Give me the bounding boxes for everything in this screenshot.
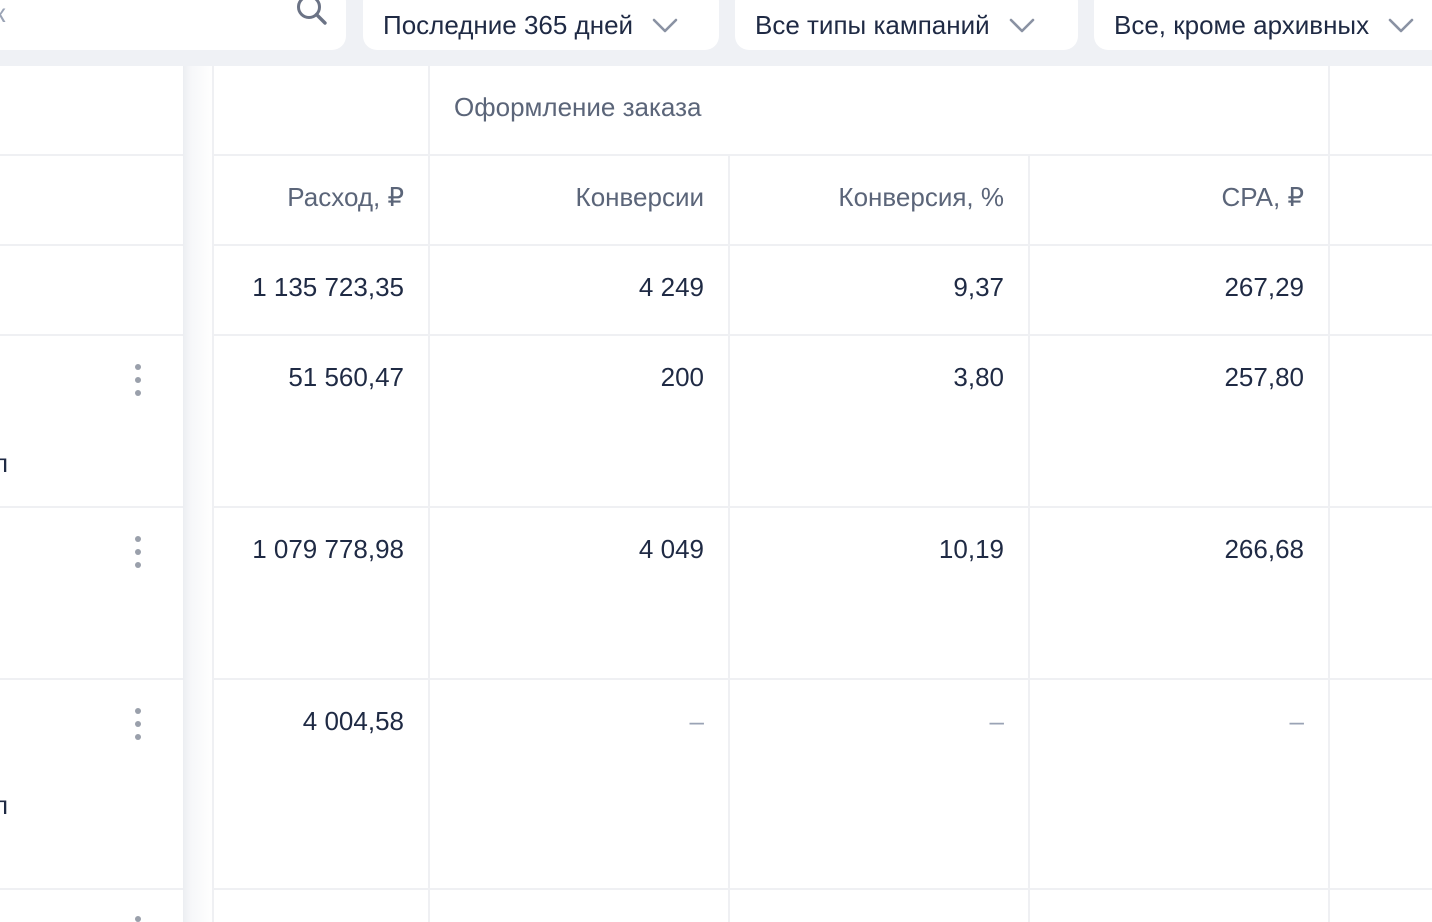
row-spend: 1 079 778,98	[252, 534, 404, 564]
row-divider	[213, 154, 1432, 156]
row-divider	[0, 334, 183, 336]
row-conversion-rate: 10,19	[938, 534, 1004, 564]
row-divider	[213, 506, 1432, 508]
column-header-conversion-rate[interactable]: Конверсия, %	[750, 182, 1004, 218]
status-dropdown[interactable]: Все, кроме архивных	[1094, 0, 1432, 50]
search-input[interactable]: к	[0, 0, 346, 50]
row-divider	[213, 244, 1432, 246]
row-actions-button[interactable]	[128, 532, 148, 572]
chevron-down-icon	[652, 18, 678, 33]
row-name-fragment: п	[0, 448, 9, 478]
status-dropdown-label: Все, кроме архивных	[1114, 9, 1370, 40]
total-cpa: 267,29	[1224, 272, 1304, 302]
row-spend: 51 560,47	[288, 362, 404, 392]
row-divider	[0, 154, 183, 156]
row-name-fragment: п	[0, 790, 9, 820]
column-header-cpa[interactable]: CPA, ₽	[1050, 182, 1304, 218]
filter-bar: к Последние 365 дней Все типы кампаний В…	[0, 0, 1432, 66]
row-conversions: 200	[660, 362, 704, 392]
column-header-spend[interactable]: Расход, ₽	[230, 182, 404, 218]
campaign-types-dropdown-label: Все типы кампаний	[755, 9, 990, 40]
campaign-stats-page: к Последние 365 дней Все типы кампаний В…	[0, 0, 1432, 922]
column-divider	[428, 66, 430, 922]
row-actions-button[interactable]	[128, 360, 148, 400]
column-divider	[212, 66, 214, 922]
goal-group-header: Оформление заказа	[454, 92, 702, 122]
row-cpa: 257,80	[1224, 362, 1304, 392]
chevron-down-icon	[1388, 18, 1414, 33]
period-dropdown[interactable]: Последние 365 дней	[363, 0, 719, 50]
row-actions-button[interactable]	[128, 912, 148, 922]
row-conversion-rate: –	[989, 706, 1004, 736]
column-header-conversions[interactable]: Конверсии	[450, 182, 704, 218]
row-divider	[0, 244, 183, 246]
row-actions-button[interactable]	[128, 704, 148, 744]
total-spend: 1 135 723,35	[252, 272, 404, 302]
campaign-types-dropdown[interactable]: Все типы кампаний	[735, 0, 1078, 50]
search-input-text: к	[0, 0, 5, 29]
row-spend: 4 004,58	[302, 706, 404, 736]
column-divider-shadow	[183, 66, 213, 922]
column-divider	[1028, 154, 1030, 922]
row-divider	[0, 888, 183, 890]
row-divider	[213, 888, 1432, 890]
total-conversions: 4 249	[638, 272, 704, 302]
period-dropdown-label: Последние 365 дней	[383, 9, 634, 40]
row-conversions: 4 049	[638, 534, 704, 564]
row-cpa: 266,68	[1224, 534, 1304, 564]
column-divider	[1328, 66, 1330, 922]
row-divider	[0, 678, 183, 680]
row-cpa: –	[1289, 706, 1304, 736]
row-conversion-rate: 3,80	[953, 362, 1004, 392]
frozen-name-column	[0, 66, 183, 922]
total-conversion-rate: 9,37	[953, 272, 1004, 302]
column-divider	[728, 154, 730, 922]
row-divider	[213, 334, 1432, 336]
row-divider	[213, 678, 1432, 680]
search-icon[interactable]	[294, 0, 330, 28]
chevron-down-icon	[1009, 18, 1034, 33]
row-conversions: –	[689, 706, 704, 736]
row-divider	[0, 506, 183, 508]
